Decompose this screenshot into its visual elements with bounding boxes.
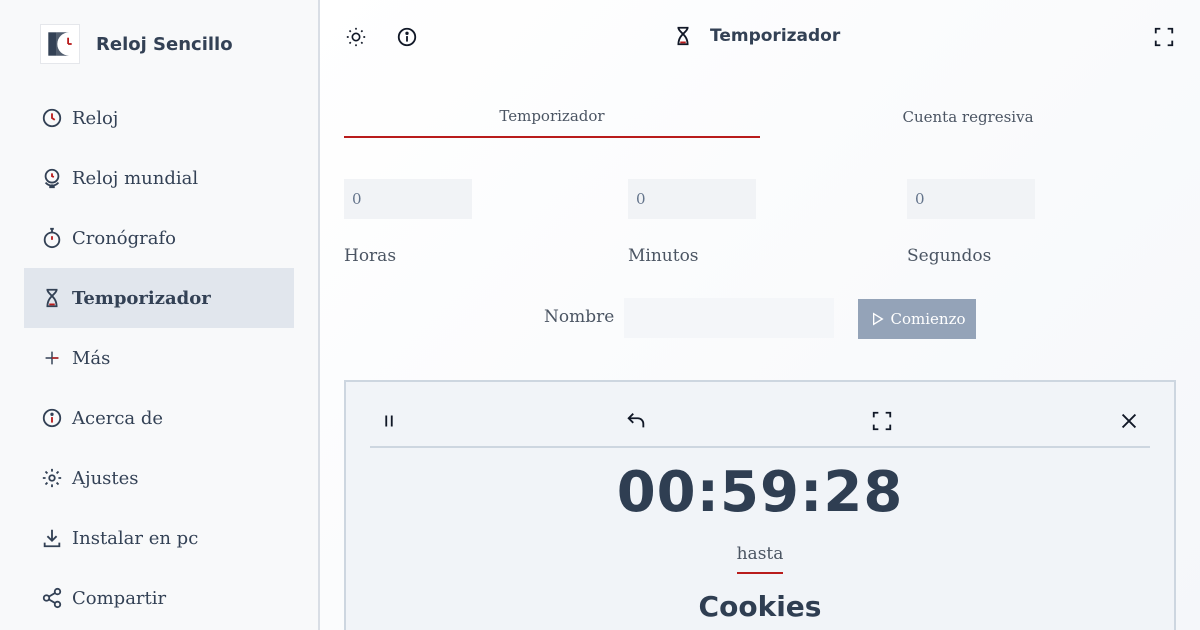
- gear-icon: [40, 466, 64, 490]
- seconds-label: Segundos: [907, 246, 992, 266]
- sidebar: Reloj Sencillo Reloj Reloj mundial Cronó…: [0, 0, 320, 630]
- seconds-input[interactable]: [907, 179, 1035, 219]
- page-title-text: Temporizador: [710, 26, 841, 46]
- sidebar-item-instalar[interactable]: Instalar en pc: [24, 508, 294, 568]
- sidebar-item-cronografo[interactable]: Cronógrafo: [24, 208, 294, 268]
- info-icon: [40, 406, 64, 430]
- sidebar-item-label: Más: [72, 347, 111, 369]
- tab-temporizador[interactable]: Temporizador: [344, 96, 760, 138]
- brightness-icon[interactable]: [342, 23, 370, 51]
- page-title: Temporizador: [672, 20, 840, 52]
- clock-logo-icon: [40, 24, 80, 64]
- sidebar-nav: Reloj Reloj mundial Cronógrafo Temporiza…: [24, 88, 294, 628]
- panel-fullscreen-icon[interactable]: [867, 406, 897, 436]
- app-name: Reloj Sencillo: [96, 33, 233, 55]
- minutes-input[interactable]: [628, 179, 756, 219]
- hours-label: Horas: [344, 246, 397, 266]
- sidebar-item-mas[interactable]: Más: [24, 328, 294, 388]
- sidebar-item-label: Reloj mundial: [72, 167, 199, 189]
- panel-divider: [370, 446, 1150, 448]
- sidebar-item-temporizador[interactable]: Temporizador: [24, 268, 294, 328]
- sidebar-item-label: Compartir: [72, 587, 167, 609]
- sidebar-item-compartir[interactable]: Compartir: [24, 568, 294, 628]
- name-input[interactable]: [624, 298, 834, 338]
- sidebar-item-label: Cronógrafo: [72, 227, 177, 249]
- sidebar-item-ajustes[interactable]: Ajustes: [24, 448, 294, 508]
- brand[interactable]: Reloj Sencillo: [40, 24, 233, 64]
- start-button-label: Comienzo: [890, 310, 966, 328]
- pause-icon[interactable]: [374, 406, 404, 436]
- plus-icon: [40, 346, 64, 370]
- start-button[interactable]: Comienzo: [858, 299, 976, 339]
- main-content: Temporizador Temporizador Cuenta regresi…: [320, 0, 1200, 630]
- fullscreen-icon[interactable]: [1150, 23, 1178, 51]
- sidebar-item-reloj[interactable]: Reloj: [24, 88, 294, 148]
- share-icon: [40, 586, 64, 610]
- hourglass-icon: [677, 26, 689, 46]
- stopwatch-icon: [40, 226, 64, 250]
- sidebar-item-label: Instalar en pc: [72, 527, 199, 549]
- until-underline: [737, 572, 783, 574]
- sidebar-item-label: Temporizador: [72, 287, 211, 309]
- running-timer-panel: 00:59:28 hasta Cookies: [344, 380, 1176, 630]
- sidebar-item-label: Acerca de: [72, 407, 164, 429]
- globe-clock-icon: [40, 166, 64, 190]
- info-icon[interactable]: [393, 23, 421, 51]
- until-label: hasta: [736, 544, 784, 564]
- sidebar-item-reloj-mundial[interactable]: Reloj mundial: [24, 148, 294, 208]
- minutes-label: Minutos: [628, 246, 699, 266]
- reset-icon[interactable]: [621, 406, 651, 436]
- download-icon: [40, 526, 64, 550]
- sidebar-item-label: Ajustes: [72, 467, 139, 489]
- hours-input[interactable]: [344, 179, 472, 219]
- hourglass-icon: [40, 286, 64, 310]
- play-icon: [872, 312, 884, 326]
- name-label: Nombre: [544, 307, 615, 327]
- timer-display: 00:59:28: [616, 460, 904, 525]
- sidebar-item-acerca-de[interactable]: Acerca de: [24, 388, 294, 448]
- timer-name: Cookies: [698, 590, 822, 623]
- sidebar-item-label: Reloj: [72, 107, 119, 129]
- close-icon[interactable]: [1114, 406, 1144, 436]
- clock-icon: [40, 106, 64, 130]
- tab-cuenta-regresiva[interactable]: Cuenta regresiva: [760, 96, 1176, 138]
